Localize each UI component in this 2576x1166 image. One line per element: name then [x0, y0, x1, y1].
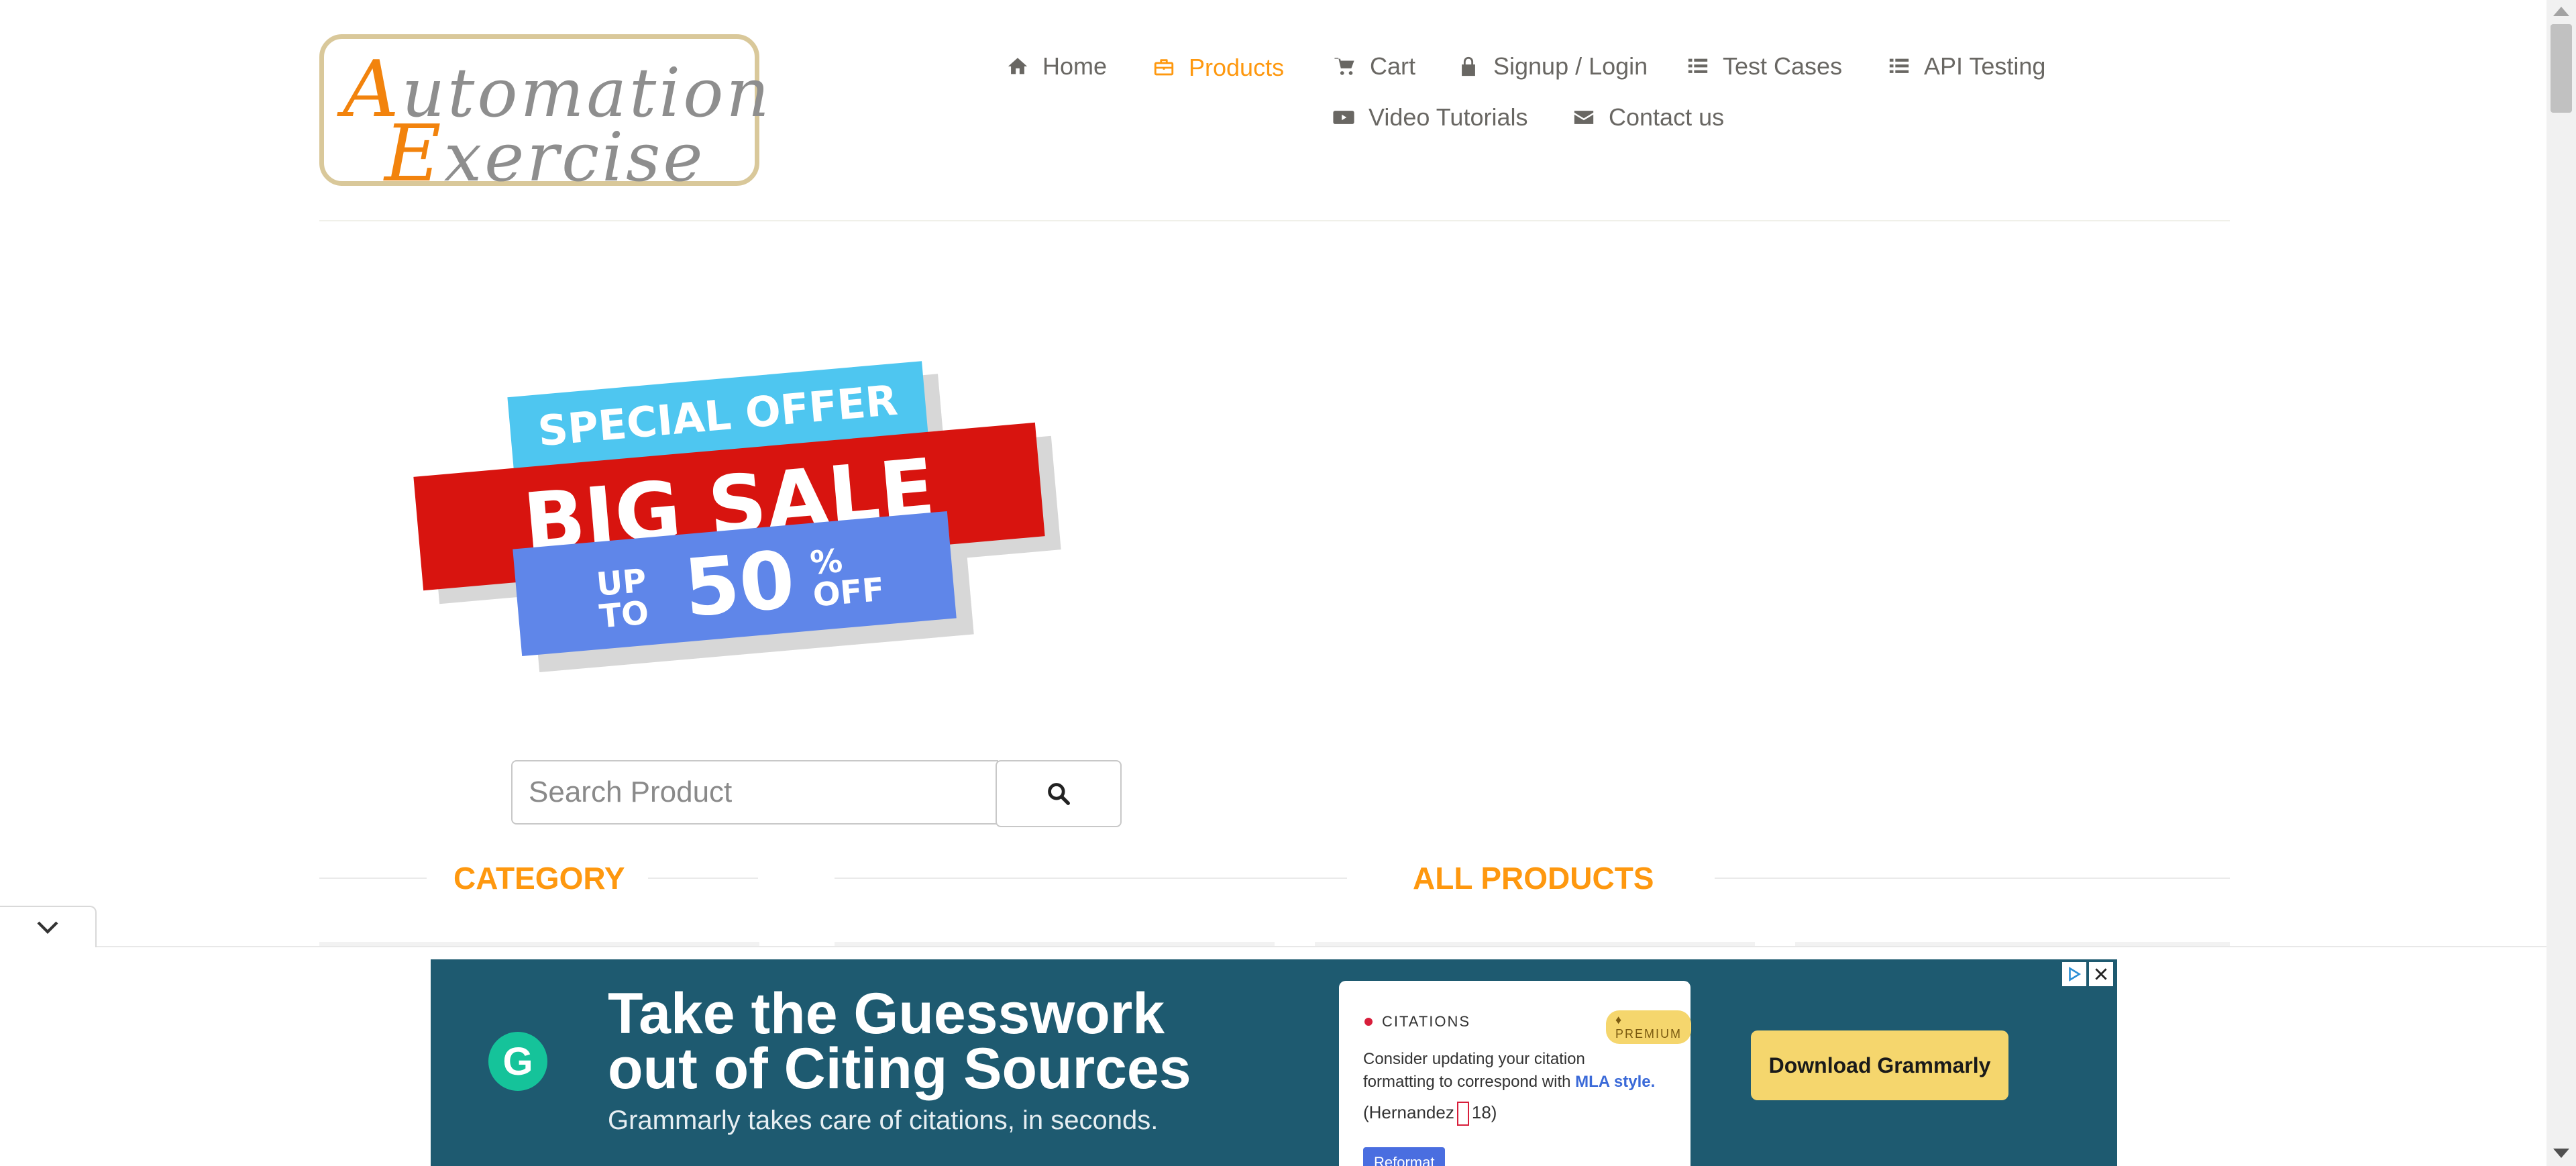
search-product-input[interactable] [511, 760, 998, 825]
category-rule-right [648, 878, 758, 879]
nav-cart-label: Cart [1370, 52, 1416, 80]
category-rule-left [319, 878, 427, 879]
briefcase-icon [1154, 59, 1174, 76]
close-icon[interactable] [2089, 962, 2113, 986]
scroll-thumb[interactable] [2551, 24, 2572, 113]
header-divider [319, 220, 2230, 221]
ad-collapse-tab[interactable] [0, 906, 97, 947]
list-icon [1889, 58, 1909, 73]
products-rule-left [835, 878, 1347, 879]
nav-video-tutorials-label: Video Tutorials [1368, 103, 1528, 131]
ad-subline: Grammarly takes care of citations, in se… [608, 1106, 1159, 1135]
search-button[interactable] [996, 760, 1122, 827]
ad-headline-line-1: Take the Guesswork [608, 982, 1165, 1046]
grammarly-ad[interactable]: G Take the Guesswork out of Citing Sourc… [431, 959, 2117, 1166]
nav-test-cases-label: Test Cases [1723, 52, 1843, 80]
category-heading: CATEGORY [453, 861, 625, 896]
youtube-play-icon [1333, 111, 1354, 124]
page-scrollbar[interactable] [2546, 0, 2576, 1166]
citation-error-mark [1456, 1102, 1469, 1126]
premium-badge: ♦ PREMIUM [1606, 1010, 1691, 1044]
all-products-heading: ALL PRODUCTS [1413, 861, 1654, 896]
search-icon [1048, 783, 1070, 805]
alert-dot-icon [1364, 1018, 1373, 1026]
banner-off: % OFF [808, 541, 886, 615]
ad-headline: Take the Guesswork out of Citing Sources [608, 982, 1346, 1101]
logo-line-2: Exercise [384, 109, 706, 199]
download-grammarly-button[interactable]: Download Grammarly [1751, 1030, 2008, 1100]
chevron-down-icon [37, 921, 58, 934]
scroll-down-arrow-icon[interactable] [2553, 1149, 2569, 1158]
nav-products-label: Products [1189, 54, 1285, 81]
ad-citation-card: CITATIONS ♦ PREMIUM Consider updating yo… [1339, 981, 1691, 1166]
products-rule-right [1715, 878, 2230, 879]
card-text: Consider updating your citation formatti… [1363, 1050, 1656, 1091]
nav-contact-us[interactable]: Contact us [1572, 103, 1724, 131]
ad-choices-icon[interactable] [2062, 962, 2086, 986]
nav-api-testing-label: API Testing [1924, 52, 2046, 80]
list-icon [1688, 58, 1708, 73]
reformat-button[interactable]: Reformat [1363, 1147, 1446, 1166]
page: Automation Exercise Home Products Cart S… [0, 0, 2546, 1166]
home-icon [1008, 58, 1028, 74]
nav-contact-us-label: Contact us [1609, 103, 1725, 131]
ad-frame-border [0, 946, 2546, 947]
nav-home-label: Home [1042, 52, 1108, 80]
nav-cart[interactable]: Cart [1334, 52, 1415, 81]
grammarly-logo-icon: G [488, 1032, 547, 1091]
nav-home[interactable]: Home [1006, 52, 1107, 81]
nav-api-testing[interactable]: API Testing [1888, 52, 2045, 81]
site-logo[interactable]: Automation Exercise [319, 34, 769, 199]
nav-signup-login-label: Signup / Login [1493, 52, 1648, 80]
scroll-up-arrow-icon[interactable] [2553, 7, 2569, 16]
nav-signup-login[interactable]: Signup / Login [1457, 52, 1648, 81]
ad-headline-line-2: out of Citing Sources [608, 1037, 1191, 1101]
nav-video-tutorials[interactable]: Video Tutorials [1332, 103, 1527, 131]
banner-percent: 50 [680, 533, 798, 635]
card-citation: (Hernandez 18) [1363, 1102, 1497, 1126]
sale-banner: SPECIAL OFFER BIG SALE UP TO 50 % OFF [409, 349, 1067, 673]
envelope-icon [1574, 111, 1594, 124]
banner-up-to: UP TO [594, 562, 651, 636]
nav-test-cases[interactable]: Test Cases [1686, 52, 1842, 81]
nav-products[interactable]: Products [1152, 54, 1284, 82]
cart-icon [1334, 58, 1354, 75]
card-title: CITATIONS [1364, 1013, 1470, 1030]
lock-icon [1462, 56, 1475, 76]
